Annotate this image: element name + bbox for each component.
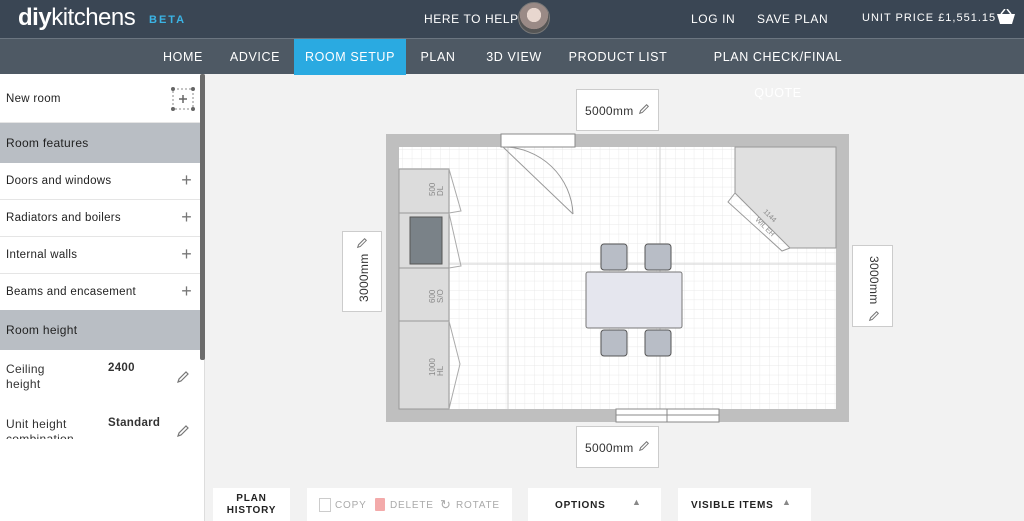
- edit-unit-height-icon[interactable]: [176, 424, 190, 438]
- tab-plan-check[interactable]: PLAN CHECK/FINAL QUOTE: [690, 39, 866, 100]
- tab-advice[interactable]: ADVICE: [220, 39, 290, 75]
- caret-up-icon: ▲: [632, 497, 642, 507]
- sidebar-item-label: Radiators and boilers: [6, 212, 121, 224]
- ceiling-height-label: Ceiling height: [6, 362, 45, 391]
- delete-button[interactable]: DELETE: [390, 500, 434, 511]
- pencil-icon[interactable]: [638, 103, 650, 115]
- sidebar-item-doors-windows[interactable]: Doors and windows +: [0, 163, 200, 200]
- sink-bowl: [409, 216, 443, 265]
- sidebar-item-label: Beams and encasement: [6, 286, 137, 298]
- beta-badge: BETA: [149, 14, 187, 26]
- logo[interactable]: diykitchens: [18, 4, 136, 32]
- visible-items-label: VISIBLE ITEMS: [691, 500, 774, 511]
- room-height-label: Room height: [6, 323, 78, 337]
- chair: [644, 243, 672, 271]
- copy-button[interactable]: COPY: [335, 500, 367, 511]
- edit-ceiling-height-icon[interactable]: [176, 370, 190, 384]
- room-height-header[interactable]: Room height: [0, 310, 200, 350]
- sidebar-item-beams-encasement[interactable]: Beams and encasement +: [0, 274, 200, 311]
- dimension-top-value: 5000mm: [585, 104, 634, 118]
- unit-height-value: Standard: [108, 417, 161, 429]
- here-to-help-link[interactable]: HERE TO HELP: [424, 12, 519, 26]
- door: [500, 133, 576, 148]
- sidebar: New room Room features Doors and windows…: [0, 74, 205, 521]
- save-plan-link[interactable]: SAVE PLAN: [757, 12, 828, 26]
- unit-label-dl: DL: [436, 185, 445, 196]
- new-room-label: New room: [6, 93, 61, 105]
- new-room-icon[interactable]: [170, 86, 196, 112]
- plus-icon[interactable]: +: [181, 208, 192, 226]
- copy-icon[interactable]: [319, 498, 331, 512]
- plus-icon[interactable]: +: [181, 282, 192, 300]
- sidebar-item-internal-walls[interactable]: Internal walls +: [0, 237, 200, 274]
- chair: [600, 243, 628, 271]
- rotate-icon[interactable]: ↻: [440, 497, 452, 513]
- tab-3d-view[interactable]: 3D VIEW: [478, 39, 550, 75]
- dimension-right-value: 3000mm: [867, 256, 881, 305]
- unit-label-hl: HL: [436, 365, 445, 376]
- dimension-top[interactable]: 5000mm: [576, 89, 659, 131]
- basket-icon[interactable]: [996, 9, 1016, 25]
- pencil-icon[interactable]: [868, 310, 880, 322]
- unit-label-so: S/O: [436, 289, 445, 303]
- ceiling-height-value: 2400: [108, 362, 135, 374]
- dimension-bottom[interactable]: 5000mm: [576, 426, 659, 468]
- dimension-left[interactable]: 3000mm: [342, 231, 382, 312]
- plan-history-button[interactable]: PLAN HISTORY: [213, 488, 290, 521]
- plan-canvas[interactable]: 500 DL 600 S/O 1000 HL 1144 WIL EH 5000m…: [205, 74, 1024, 521]
- room-features-label: Room features: [6, 136, 89, 150]
- unit-height-label: Unit height combination: [6, 417, 75, 439]
- visible-items-dropdown[interactable]: VISIBLE ITEMS ▲: [678, 488, 811, 521]
- unit-price: UNIT PRICE £1,551.15: [862, 12, 997, 24]
- unit-1000-hl: [398, 320, 450, 410]
- delete-icon[interactable]: [375, 498, 385, 511]
- pencil-icon[interactable]: [638, 440, 650, 452]
- plus-icon[interactable]: +: [181, 171, 192, 189]
- plus-icon[interactable]: +: [181, 245, 192, 263]
- top-bar: diykitchens BETA HERE TO HELP LOG IN SAV…: [0, 0, 1024, 38]
- dimension-right[interactable]: 3000mm: [852, 245, 893, 327]
- dining-table: [585, 271, 683, 329]
- edit-toolbar: COPY DELETE ↻ ROTATE: [307, 488, 512, 521]
- advisor-avatar[interactable]: [518, 2, 550, 34]
- room-features-header[interactable]: Room features: [0, 123, 200, 163]
- rotate-button[interactable]: ROTATE: [456, 500, 500, 511]
- chair: [600, 329, 628, 357]
- new-room-row[interactable]: New room: [0, 74, 200, 123]
- caret-up-icon: ▲: [782, 497, 792, 507]
- sidebar-item-label: Doors and windows: [6, 175, 112, 187]
- tab-home[interactable]: HOME: [148, 39, 218, 75]
- dimension-left-value: 3000mm: [357, 254, 371, 303]
- main-nav: HOME ADVICE ROOM SETUP PLAN 3D VIEW PROD…: [0, 38, 1024, 100]
- chair: [644, 329, 672, 357]
- tab-product-list[interactable]: PRODUCT LIST: [566, 39, 670, 75]
- options-label: OPTIONS: [555, 500, 606, 511]
- dimension-bottom-value: 5000mm: [585, 441, 634, 455]
- tab-plan[interactable]: PLAN: [408, 39, 468, 75]
- sidebar-item-label: Internal walls: [6, 249, 78, 261]
- tab-room-setup[interactable]: ROOM SETUP: [294, 39, 406, 75]
- sidebar-item-radiators-boilers[interactable]: Radiators and boilers +: [0, 200, 200, 237]
- login-link[interactable]: LOG IN: [691, 12, 735, 26]
- pencil-icon[interactable]: [356, 237, 368, 249]
- options-dropdown[interactable]: OPTIONS ▲: [528, 488, 661, 521]
